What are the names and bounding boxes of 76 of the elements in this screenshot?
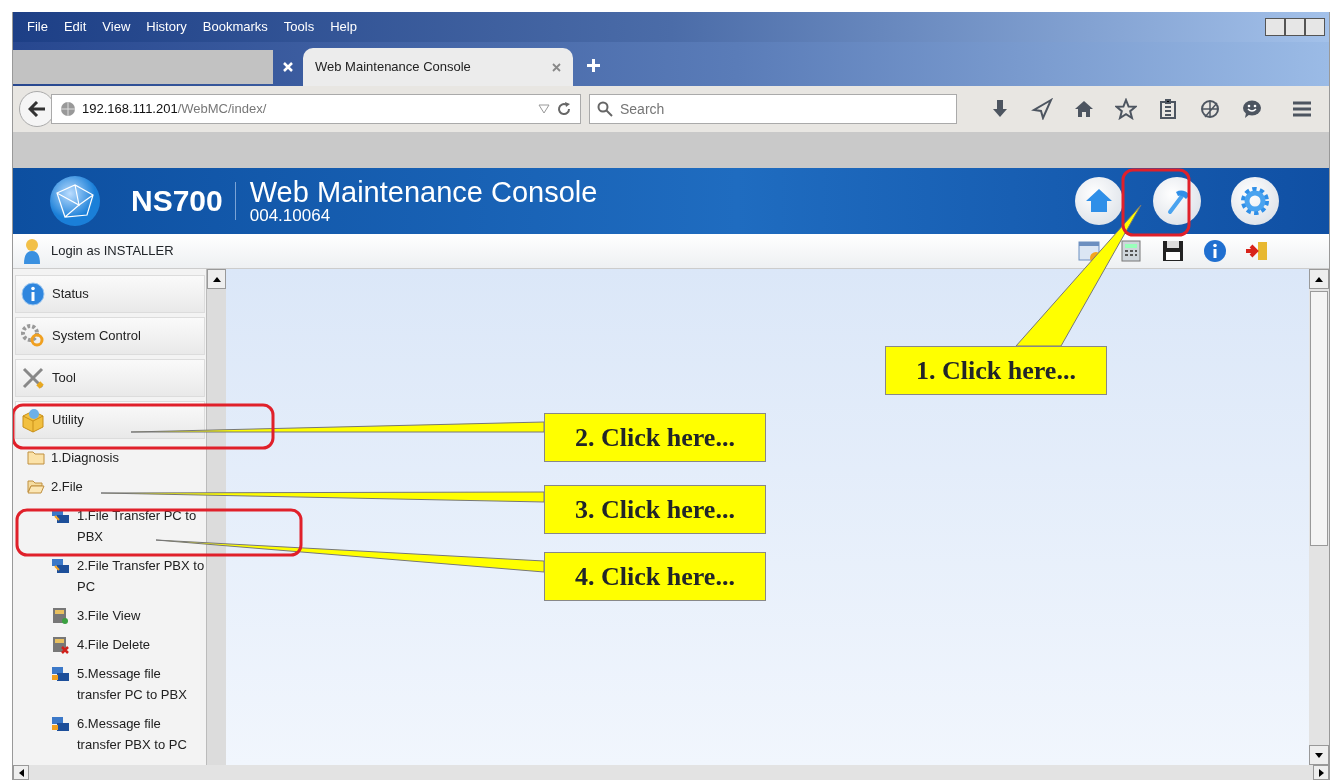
sidebar-section[interactable]: System Control: [15, 317, 205, 355]
settings-button[interactable]: [1231, 177, 1279, 225]
address-field[interactable]: 192.168.111.201/WebMC/index/: [51, 94, 581, 124]
star-icon[interactable]: [1115, 98, 1137, 120]
maximize-button[interactable]: [1285, 18, 1305, 36]
scroll-right-icon[interactable]: [1318, 768, 1324, 777]
version-number: 004.10064: [249, 207, 332, 224]
transfer-icon: [51, 557, 71, 575]
tool-button[interactable]: [1153, 177, 1201, 225]
search-field[interactable]: Search: [589, 94, 957, 124]
menu-item[interactable]: File: [19, 17, 56, 37]
tree-item[interactable]: 4.File Delete: [15, 630, 205, 659]
tree-item[interactable]: 2.File Transfer PBX to PC: [15, 551, 205, 601]
scroll-left-icon[interactable]: [18, 768, 24, 777]
tree-item[interactable]: 3.File View: [15, 601, 205, 630]
back-arrow-icon: [28, 101, 46, 117]
clipboard-icon[interactable]: [1157, 98, 1179, 120]
document-view-icon: [51, 607, 71, 625]
menu-item[interactable]: Bookmarks: [194, 17, 276, 37]
horizontal-scrollbar[interactable]: [13, 765, 1329, 780]
tree-item[interactable]: 6.Message file transfer PBX to PC: [15, 709, 205, 759]
info-icon: [20, 281, 46, 307]
tab-title: Web Maintenance Console: [315, 58, 471, 77]
home-button[interactable]: [1075, 177, 1123, 225]
paper-plane-icon[interactable]: [1031, 98, 1053, 120]
globe-pencil-icon[interactable]: [1199, 98, 1221, 120]
gear-icon: [1239, 185, 1271, 217]
menu-item[interactable]: Tools: [275, 17, 323, 37]
vertical-scrollbar[interactable]: [1309, 269, 1329, 765]
menu-item[interactable]: Help: [322, 17, 365, 37]
dropdown-icon[interactable]: [538, 104, 550, 114]
user-icon: [23, 238, 41, 264]
minimize-button[interactable]: [1265, 18, 1285, 36]
tools-icon: [20, 365, 46, 391]
console-title: Web Maintenance Console: [249, 178, 598, 207]
menu-item[interactable]: Edit: [55, 17, 95, 37]
scroll-up-icon[interactable]: [212, 276, 221, 282]
box-icon: [20, 407, 46, 433]
callout-label: 1. Click here...: [885, 346, 1107, 395]
sidebar-section[interactable]: Tool: [15, 359, 205, 397]
callout-label: 4. Click here...: [544, 552, 766, 601]
tree-item[interactable]: 5.Message file transfer PC to PBX: [15, 659, 205, 709]
gears-icon: [20, 323, 46, 349]
home-icon[interactable]: [1073, 98, 1095, 120]
menu-item[interactable]: History: [138, 17, 195, 37]
reload-icon[interactable]: [556, 101, 572, 117]
close-button[interactable]: [1305, 18, 1325, 36]
callout-label: 3. Click here...: [544, 485, 766, 534]
globe-icon: [60, 101, 76, 117]
document-delete-icon: [51, 636, 71, 654]
save-icon[interactable]: [1161, 239, 1185, 263]
model-name: NS700: [131, 182, 236, 220]
exit-door-icon[interactable]: [1245, 239, 1269, 263]
sidebar-section[interactable]: Status: [15, 275, 205, 313]
globe-logo-icon: [49, 175, 101, 227]
calendar-icon[interactable]: [1077, 239, 1101, 263]
highlight-outline: [1121, 168, 1191, 237]
sidebar-section[interactable]: Utility: [15, 401, 205, 439]
url-text: 192.168.111.201/WebMC/index/: [82, 100, 267, 119]
menu-item[interactable]: View: [94, 17, 139, 37]
tree-item[interactable]: 2.File: [15, 472, 203, 501]
browser-tab[interactable]: Web Maintenance Console: [303, 48, 573, 86]
message-transfer-icon: [51, 665, 71, 683]
login-status: Login as INSTALLER: [51, 242, 174, 261]
tree-item[interactable]: 1.Diagnosis: [15, 443, 203, 472]
new-tab-icon[interactable]: [587, 59, 600, 72]
scroll-down-icon[interactable]: [1315, 752, 1323, 758]
scroll-up-icon[interactable]: [1315, 276, 1323, 282]
sidebar-scrollbar[interactable]: [206, 269, 226, 765]
info-icon[interactable]: [1203, 239, 1227, 263]
chat-smiley-icon[interactable]: [1241, 98, 1263, 120]
search-icon: [597, 101, 613, 117]
callout-label: 2. Click here...: [544, 413, 766, 462]
calculator-icon[interactable]: [1119, 239, 1143, 263]
tab-close-icon[interactable]: [552, 62, 561, 72]
message-transfer-icon: [51, 715, 71, 733]
